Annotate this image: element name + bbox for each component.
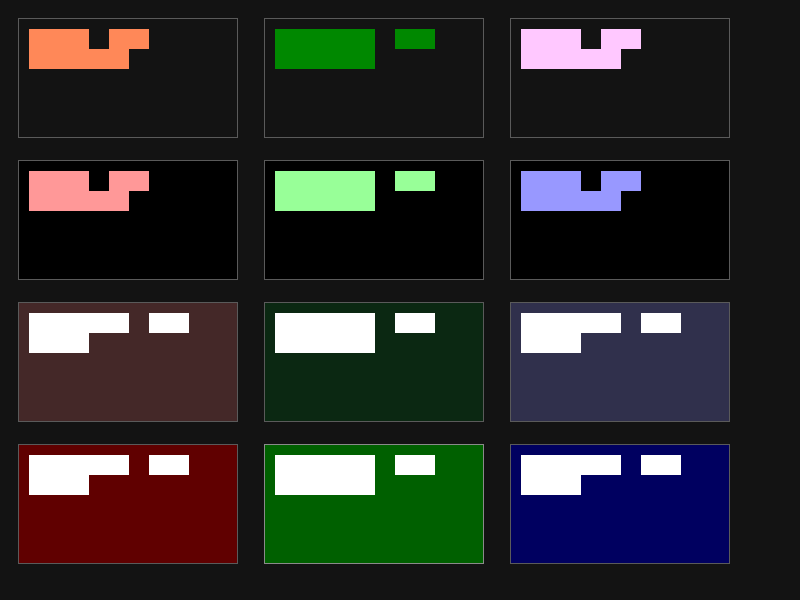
color-panel-4 (18, 160, 238, 280)
panel-grid (0, 0, 800, 600)
color-panel-2 (264, 18, 484, 138)
color-panel-10 (18, 444, 238, 564)
color-block (521, 455, 621, 475)
color-block (109, 29, 149, 49)
color-block (521, 333, 581, 353)
color-block (521, 171, 581, 191)
color-panel-12 (510, 444, 730, 564)
color-block (29, 191, 129, 211)
color-block (521, 191, 621, 211)
color-block (395, 29, 435, 49)
color-block (395, 455, 435, 475)
color-block (29, 29, 89, 49)
color-block (521, 49, 621, 69)
color-block (109, 171, 149, 191)
color-panel-11 (264, 444, 484, 564)
color-block (29, 313, 129, 333)
color-block (601, 171, 641, 191)
color-panel-6 (510, 160, 730, 280)
color-block (275, 171, 375, 211)
color-block (521, 313, 621, 333)
color-block (149, 313, 189, 333)
color-block (521, 475, 581, 495)
color-block (275, 29, 375, 69)
color-panel-8 (264, 302, 484, 422)
color-block (275, 313, 375, 353)
color-block (601, 29, 641, 49)
color-block (395, 313, 435, 333)
color-block (29, 475, 89, 495)
color-block (641, 455, 681, 475)
color-block (29, 455, 129, 475)
color-panel-7 (18, 302, 238, 422)
color-panel-3 (510, 18, 730, 138)
color-panel-1 (18, 18, 238, 138)
color-panel-9 (510, 302, 730, 422)
color-block (521, 29, 581, 49)
color-block (641, 313, 681, 333)
color-block (395, 171, 435, 191)
color-block (29, 49, 129, 69)
color-block (149, 455, 189, 475)
color-block (29, 171, 89, 191)
color-block (275, 455, 375, 495)
color-block (29, 333, 89, 353)
color-panel-5 (264, 160, 484, 280)
